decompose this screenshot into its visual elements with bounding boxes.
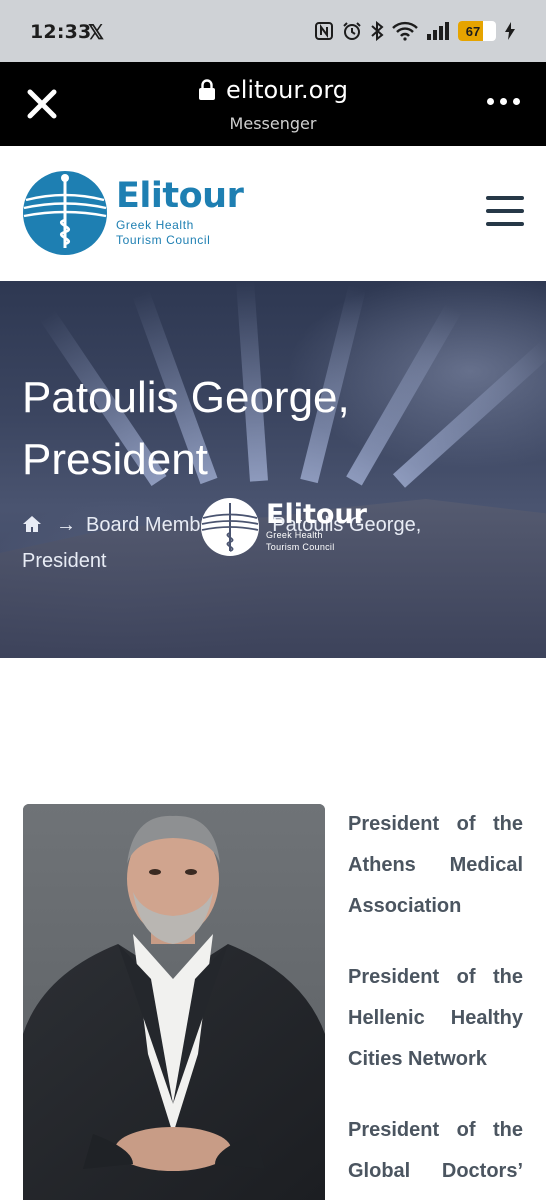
portrait-photo bbox=[23, 804, 325, 1200]
elitour-watermark-icon bbox=[201, 498, 259, 556]
menu-hamburger-icon[interactable] bbox=[486, 196, 524, 226]
breadcrumb-current-2: President bbox=[22, 550, 107, 572]
lock-icon bbox=[198, 79, 215, 100]
elitour-logo-icon bbox=[23, 171, 107, 255]
more-icon[interactable] bbox=[487, 98, 520, 105]
role-item: President of the Global Doctors’ bbox=[348, 1119, 523, 1182]
status-icons: 67 bbox=[314, 20, 516, 42]
url-text: elitour.org bbox=[225, 76, 349, 104]
alarm-icon bbox=[342, 20, 362, 42]
x-app-icon: 𝕏 bbox=[88, 22, 105, 44]
signal-icon bbox=[426, 20, 450, 42]
person-photo-image bbox=[23, 804, 325, 1200]
status-time: 12:33 bbox=[30, 21, 92, 43]
site-header: Elitour Greek Health Tourism Council bbox=[0, 146, 546, 281]
battery-icon: 67 bbox=[458, 21, 496, 41]
hero-watermark-logo: Elitour Greek Health Tourism Council bbox=[200, 497, 367, 557]
role-item: President of the Athens Medical Association bbox=[348, 813, 523, 917]
status-bar: 12:33 𝕏 67 bbox=[0, 0, 546, 62]
page-title: Patoulis George, President bbox=[22, 373, 350, 484]
browser-bar: elitour.org Messenger bbox=[0, 62, 546, 146]
logo-subtitle-1: Greek Health bbox=[116, 217, 194, 232]
site-logo[interactable]: Elitour Greek Health Tourism Council bbox=[22, 170, 244, 256]
breadcrumb-separator: → bbox=[56, 514, 76, 536]
browser-subtitle: Messenger bbox=[229, 114, 317, 133]
bluetooth-icon bbox=[370, 20, 384, 42]
watermark-subtitle-1: Greek Health bbox=[266, 529, 323, 540]
logo-subtitle-2: Tourism Council bbox=[116, 232, 211, 247]
home-icon[interactable] bbox=[22, 515, 42, 533]
battery-level: 67 bbox=[465, 23, 481, 39]
hero-banner: Patoulis George, President → Board Member… bbox=[0, 281, 546, 658]
address-area[interactable]: elitour.org Messenger bbox=[0, 76, 546, 133]
logo-name: Elitour bbox=[116, 175, 244, 216]
wifi-icon bbox=[392, 20, 418, 42]
charging-icon bbox=[504, 20, 516, 42]
role-item: President of the Hellenic Healthy Cities Ne… bbox=[348, 966, 523, 1070]
roles-text: President of the Athens Medical Association… bbox=[348, 804, 523, 1200]
watermark-subtitle-2: Tourism Council bbox=[266, 541, 335, 552]
watermark-name: Elitour bbox=[266, 498, 367, 530]
nfc-icon bbox=[314, 20, 334, 42]
